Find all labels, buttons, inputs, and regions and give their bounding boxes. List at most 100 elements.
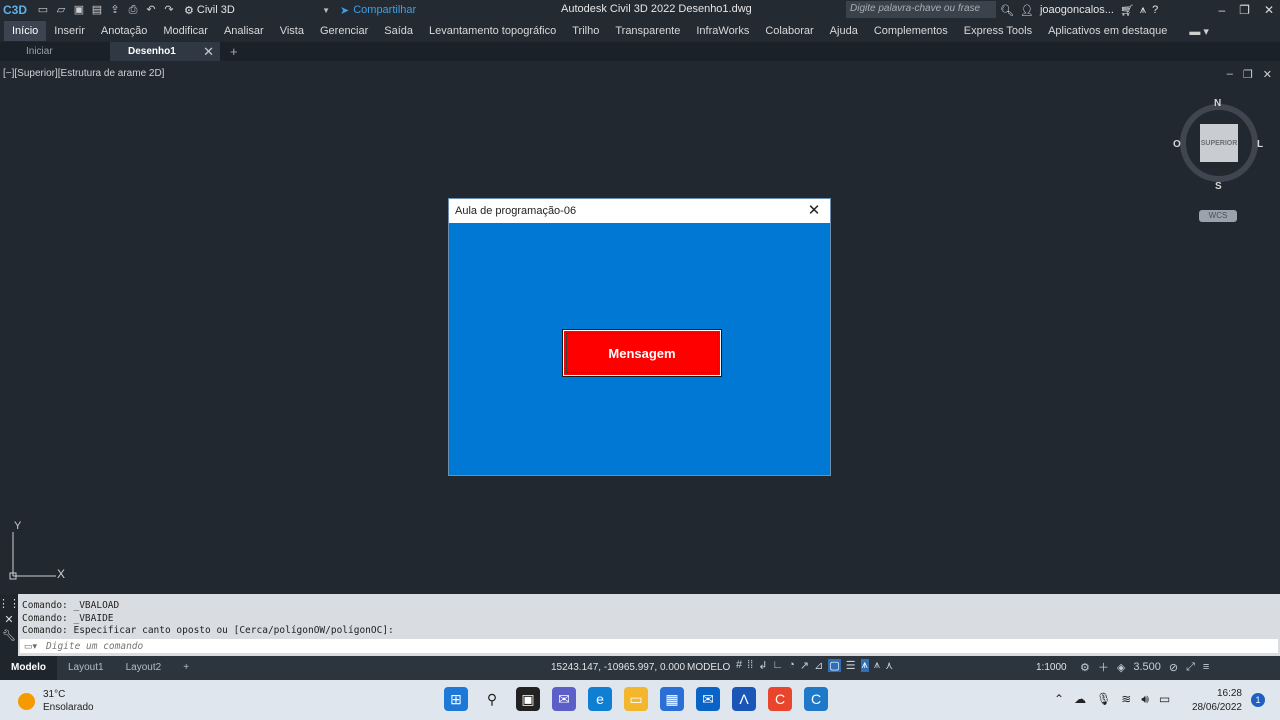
weather-widget[interactable]: 31°C Ensolarado [18,688,94,714]
app-logo-icon[interactable]: C3D [0,0,30,20]
file-explorer-icon[interactable]: ▭ [624,687,648,711]
workspace-dropdown[interactable]: ⚙ Civil 3D ▼ [184,4,330,17]
viewport-label[interactable]: [−][Superior][Estrutura de arame 2D] [3,68,164,79]
tab-modelo[interactable]: Modelo [0,656,57,680]
grid-icon[interactable]: # [736,659,742,672]
tab-complementos[interactable]: Complementos [866,21,956,41]
tab-modificar[interactable]: Modificar [155,21,216,41]
teams-chat-icon[interactable]: ✉ [552,687,576,711]
microphone-icon[interactable]: 🎙︎ [1096,692,1111,707]
notification-badge[interactable]: 1 [1251,693,1265,707]
minimize-icon[interactable]: – [1227,68,1233,81]
restore-icon[interactable]: ❐ [1243,68,1253,81]
tab-saida[interactable]: Saída [376,21,421,41]
infer-icon[interactable]: ↲ [758,659,767,672]
screen-recorder-icon[interactable]: C [768,687,792,711]
add-layout-button[interactable]: + [172,656,200,680]
tab-aplicativos[interactable]: Aplicativos em destaque [1040,21,1175,41]
tab-vista[interactable]: Vista [272,21,312,41]
tab-desenho1[interactable]: Desenho1 ✕ [110,42,220,61]
layer-icon[interactable]: ◈ [1117,661,1125,674]
tab-express-tools[interactable]: Express Tools [956,21,1040,41]
tab-trilho[interactable]: Trilho [564,21,607,41]
annotation-scale[interactable]: 1:1000 [1036,662,1067,673]
cart-icon[interactable]: 🛒︎ [1120,4,1134,17]
cloud-icon[interactable]: ☁ [1074,692,1086,707]
tab-gerenciar[interactable]: Gerenciar [312,21,376,41]
open-file-icon[interactable]: ▱ [54,3,68,17]
mail-icon[interactable]: ✉ [696,687,720,711]
lineweight-icon[interactable]: ☰ [846,659,856,672]
civil3d-app-icon[interactable]: C [804,687,828,711]
plus-icon[interactable]: ＋ [1098,659,1109,675]
restore-icon[interactable]: ❐ [1239,3,1250,17]
command-input[interactable] [46,640,446,652]
tab-levantamento[interactable]: Levantamento topográfico [421,21,564,41]
search-icon[interactable]: ⚲ [480,687,504,711]
help-icon[interactable]: ? [1152,4,1158,16]
viewcube-face[interactable]: SUPERIOR [1200,124,1238,162]
close-icon[interactable]: ✕ [4,613,13,626]
isolate-icon[interactable]: ⊘ [1169,661,1178,674]
autodesk-app-icon[interactable]: ⩚ [1140,4,1146,17]
ortho-icon[interactable]: ∟ [772,659,783,672]
chevron-up-icon[interactable]: ⌃ [1054,692,1064,707]
print-icon[interactable]: ⎙ [126,3,140,17]
windows-start-icon[interactable]: ⊞ [444,687,468,711]
save-icon[interactable]: ▣ [72,3,86,17]
gear-icon[interactable]: ⚙ [1080,661,1090,674]
tab-layout2[interactable]: Layout2 [115,656,173,680]
dialog-title-bar[interactable]: Aula de programação-06 ✕ [449,199,830,223]
polar-icon[interactable]: ◔ [788,659,795,672]
share-button[interactable]: ➤ Compartilhar [340,4,416,17]
wifi-icon[interactable]: ≋ [1121,692,1131,707]
tab-ajuda[interactable]: Ajuda [822,21,866,41]
battery-icon[interactable]: ▭ [1159,692,1170,707]
new-tab-button[interactable]: + [220,42,238,61]
publish-icon[interactable]: ⇪ [108,3,122,17]
search-icon[interactable]: 🔍︎ [1000,4,1014,17]
close-icon[interactable]: ✕ [806,202,822,219]
fullscreen-icon[interactable]: ⤢ [1186,661,1195,674]
user-name[interactable]: joaogoncalos... [1040,4,1114,16]
autodesk-app-icon[interactable]: Ʌ [732,687,756,711]
customize-icon[interactable]: ≡ [1203,661,1209,673]
tab-iniciar[interactable]: Iniciar [0,42,110,61]
viewcube[interactable]: SUPERIOR N S O L [1172,96,1266,192]
annotation-icon[interactable]: ⋏ [885,659,893,672]
close-icon[interactable]: ✕ [1263,68,1272,81]
tab-inserir[interactable]: Inserir [46,21,93,41]
tab-inicio[interactable]: Início [4,21,47,41]
annotation-visibility-icon[interactable]: ⩚ [860,659,869,672]
scale-value[interactable]: 3.500 [1133,661,1161,673]
isodraft-icon[interactable]: ↗ [800,659,809,672]
microsoft-store-icon[interactable]: ▦ [660,687,684,711]
tab-transparente[interactable]: Transparente [607,21,688,41]
close-icon[interactable]: ✕ [1264,3,1274,17]
save-as-icon[interactable]: ▤ [90,3,104,17]
tab-anotacao[interactable]: Anotação [93,21,155,41]
wrench-icon[interactable]: 🔧︎ [2,629,16,642]
osnap-icon[interactable]: ⊿ [814,659,823,672]
coordinates-readout[interactable]: 15243.147, -10965.997, 0.000 [551,662,685,673]
object-snap-icon[interactable]: ▢ [828,659,841,672]
mensagem-button[interactable]: Mensagem [562,329,722,377]
edge-browser-icon[interactable]: e [588,687,612,711]
new-file-icon[interactable]: ▭ [36,3,50,17]
task-view-icon[interactable]: ▣ [516,687,540,711]
snap-icon[interactable]: ⁞⁞ [747,659,753,672]
ribbon-toggle-icon[interactable]: ▬ ▾ [1189,25,1209,38]
minimize-icon[interactable]: – [1218,3,1225,17]
user-icon[interactable]: 👤︎ [1020,4,1034,17]
grip-icon[interactable]: ⋮⋮ [0,597,20,610]
wcs-menu[interactable]: WCS [1199,210,1237,222]
tab-layout1[interactable]: Layout1 [57,656,115,680]
redo-icon[interactable]: ↷ [162,3,176,17]
command-prompt-icon[interactable]: ▭▾ [20,641,46,652]
tab-infraworks[interactable]: InfraWorks [688,21,757,41]
close-icon[interactable]: ✕ [203,42,214,61]
clock[interactable]: 16:28 28/06/2022 [1190,687,1242,715]
tab-analisar[interactable]: Analisar [216,21,272,41]
autoscale-icon[interactable]: ⩚ [874,659,880,672]
tab-colaborar[interactable]: Colaborar [757,21,821,41]
